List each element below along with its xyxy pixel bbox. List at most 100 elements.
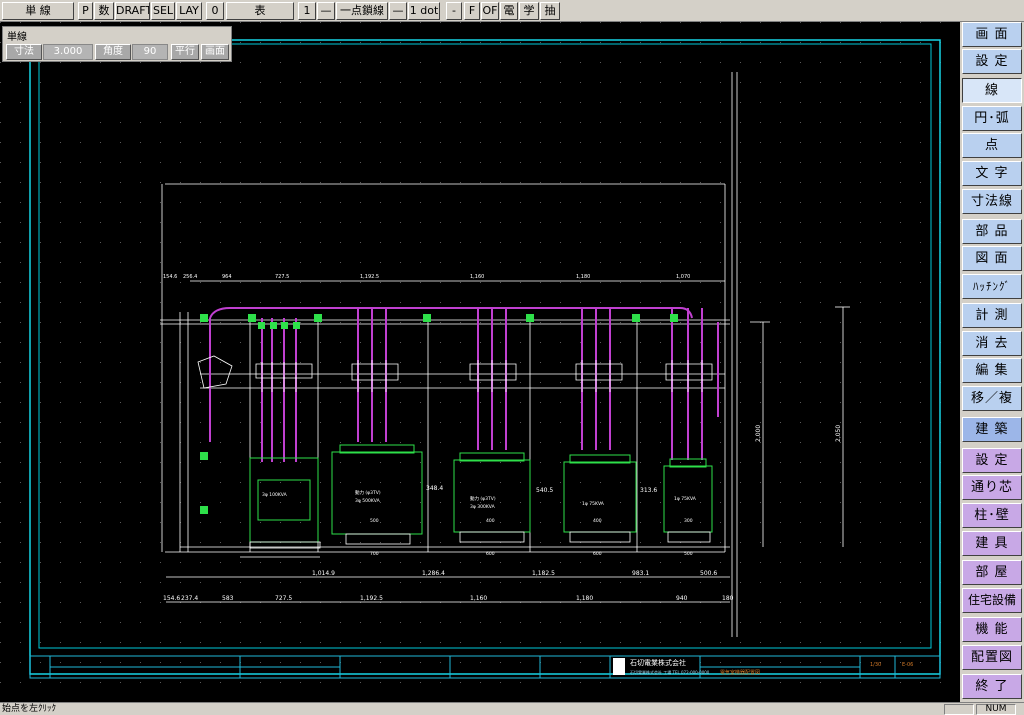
menu-measure[interactable]: 計 測: [962, 303, 1022, 328]
electric-button[interactable]: 電: [500, 2, 518, 20]
title-block-subtext: 石切電業株式会社 工場 TEL 072-000-0000: [630, 669, 710, 675]
menu-text[interactable]: 文 字: [962, 161, 1022, 186]
menu-architecture[interactable]: 建 築: [962, 417, 1022, 442]
command-menu: 画 面 設 定 線 円･弧 点 文 字 寸法線 部 品 図 面 ﾊｯﾁﾝｸﾞ 計…: [960, 22, 1024, 702]
extract-button[interactable]: 抽: [540, 2, 560, 20]
dim-mid-3: 1,182.5: [532, 570, 555, 577]
learn-button[interactable]: 学: [519, 2, 539, 20]
number-button[interactable]: 数: [94, 2, 114, 20]
line-tool-panel: 単線 寸法 3.000 角度 90 平行 画面: [2, 26, 232, 62]
menu-column-wall[interactable]: 柱･壁: [962, 503, 1022, 528]
parallel-button[interactable]: 平行: [171, 44, 199, 60]
menu-housing-equipment[interactable]: 住宅設備: [962, 588, 1022, 613]
size-input[interactable]: 3.000: [43, 44, 93, 60]
transformer-1-rating: 3φ 500KVA: [355, 498, 381, 504]
p-button[interactable]: P: [78, 2, 93, 20]
transformer-2-label: 動力 (φ3TV): [470, 495, 496, 502]
line-width-button[interactable]: 1 dot: [408, 2, 440, 20]
of-button[interactable]: OF: [481, 2, 499, 20]
line-width-sample-button[interactable]: —: [389, 2, 407, 20]
f-button[interactable]: F: [464, 2, 480, 20]
drawing-canvas[interactable]: 石切電業株式会社 石切電業株式会社 工場 TEL 072-000-0000 電気…: [0, 22, 960, 702]
transformer-2-rating: 3φ 300KVA: [470, 504, 496, 510]
panel-small-label: 3φ 100KVA: [262, 492, 288, 498]
menu-grid-lines[interactable]: 通り芯: [962, 475, 1022, 500]
dim-bottom-2: 237.4: [181, 595, 198, 602]
linetype-button[interactable]: 一点鎖線: [336, 2, 388, 20]
cad-application: 単 線 P 数 DRAFT SEL LAY 0 表 1 — 一点鎖線 — 1 d…: [0, 0, 1024, 715]
status-bar: 始点を左ｸﾘｯｸ NUM: [0, 702, 1024, 715]
transformer-3-foot: 600: [593, 551, 602, 557]
cad-drawing: 石切電業株式会社 石切電業株式会社 工場 TEL 072-000-0000 電気…: [0, 22, 960, 702]
dim-mid-1: 1,014.9: [312, 570, 335, 577]
transformer-1-foot: 700: [370, 551, 379, 557]
title-block-sheet: E-06: [902, 662, 913, 668]
transformer-4-foot: 500: [684, 551, 693, 557]
dim-bottom-9: 180: [722, 595, 734, 602]
dim-bottom-8: 940: [676, 595, 688, 602]
dim-top-8: 1,070: [676, 274, 690, 280]
menu-edit[interactable]: 編 集: [962, 358, 1022, 383]
menu-settings[interactable]: 設 定: [962, 49, 1022, 74]
menu-room[interactable]: 部 屋: [962, 560, 1022, 585]
menu-fittings[interactable]: 建 具: [962, 531, 1022, 556]
status-message: 始点を左ｸﾘｯｸ: [2, 704, 57, 714]
layer-button[interactable]: LAY: [176, 2, 202, 20]
dim-top-3: 964: [222, 274, 232, 280]
menu-circle-arc[interactable]: 円･弧: [962, 106, 1022, 131]
line-type-button[interactable]: 単 線: [2, 2, 74, 20]
transformer-1-label: 動力 (φ3TV): [355, 489, 381, 496]
vertical-dim-1: 2,000: [755, 425, 762, 442]
dim-bottom-1: 154.6: [163, 595, 180, 602]
dim-top-7: 1,180: [576, 274, 590, 280]
panel-title: 単線: [7, 32, 27, 43]
table-button[interactable]: 表: [226, 2, 294, 20]
menu-drawing[interactable]: 図 面: [962, 246, 1022, 271]
gap-label-1: 348.4: [426, 485, 443, 492]
menu-line[interactable]: 線: [962, 78, 1022, 103]
dim-mid-5: 500.6: [700, 570, 717, 577]
angle-input[interactable]: 90: [132, 44, 168, 60]
menu-hatching[interactable]: ﾊｯﾁﾝｸﾞ: [962, 274, 1022, 299]
gap-label-3: 313.6: [640, 487, 657, 494]
dim-bottom-3: 583: [222, 595, 234, 602]
transformer-2-foot: 600: [486, 551, 495, 557]
screen-button[interactable]: 画面: [201, 44, 229, 60]
menu-dimension[interactable]: 寸法線: [962, 189, 1022, 214]
menu-point[interactable]: 点: [962, 133, 1022, 158]
menu-screen[interactable]: 画 面: [962, 22, 1022, 47]
menu-layout[interactable]: 配置図: [962, 645, 1022, 670]
menu-move-copy[interactable]: 移／複: [962, 386, 1022, 411]
line-sample-button[interactable]: —: [317, 2, 335, 20]
menu-parts[interactable]: 部 品: [962, 219, 1022, 244]
line-number-button[interactable]: 1: [298, 2, 316, 20]
dim-top-1: 154.6: [163, 274, 177, 280]
sel-button[interactable]: SEL: [151, 2, 175, 20]
num-lock-indicator: NUM: [976, 704, 1016, 715]
angle-label: 角度: [95, 44, 131, 60]
minus-button[interactable]: -: [446, 2, 462, 20]
transformer-3-base: 400: [593, 518, 602, 524]
dim-bottom-7: 1,180: [576, 595, 593, 602]
dim-top-5: 1,192.5: [360, 274, 379, 280]
transformer-4-base: 300: [684, 518, 693, 524]
dim-top-2: 256.4: [183, 274, 197, 280]
layer-number-button[interactable]: 0: [206, 2, 224, 20]
dim-mid-2: 1,286.4: [422, 570, 445, 577]
menu-arch-settings[interactable]: 設 定: [962, 448, 1022, 473]
dim-mid-4: 983.1: [632, 570, 649, 577]
size-label: 寸法: [6, 44, 42, 60]
menu-function[interactable]: 機 能: [962, 617, 1022, 642]
toolbar: 単 線 P 数 DRAFT SEL LAY 0 表 1 — 一点鎖線 — 1 d…: [0, 0, 1024, 22]
dim-bottom-4: 727.5: [275, 595, 292, 602]
menu-erase[interactable]: 消 去: [962, 331, 1022, 356]
dim-bottom-6: 1,160: [470, 595, 487, 602]
dim-top-4: 727.5: [275, 274, 289, 280]
dim-top-6: 1,160: [470, 274, 484, 280]
transformer-1-base: 500: [370, 518, 379, 524]
draft-button[interactable]: DRAFT: [115, 2, 150, 20]
menu-exit[interactable]: 終 了: [962, 674, 1022, 699]
gap-label-2: 540.5: [536, 487, 553, 494]
transformer-3-label: 1φ 75KVA: [582, 501, 605, 507]
title-block-company: 石切電業株式会社: [630, 658, 686, 667]
